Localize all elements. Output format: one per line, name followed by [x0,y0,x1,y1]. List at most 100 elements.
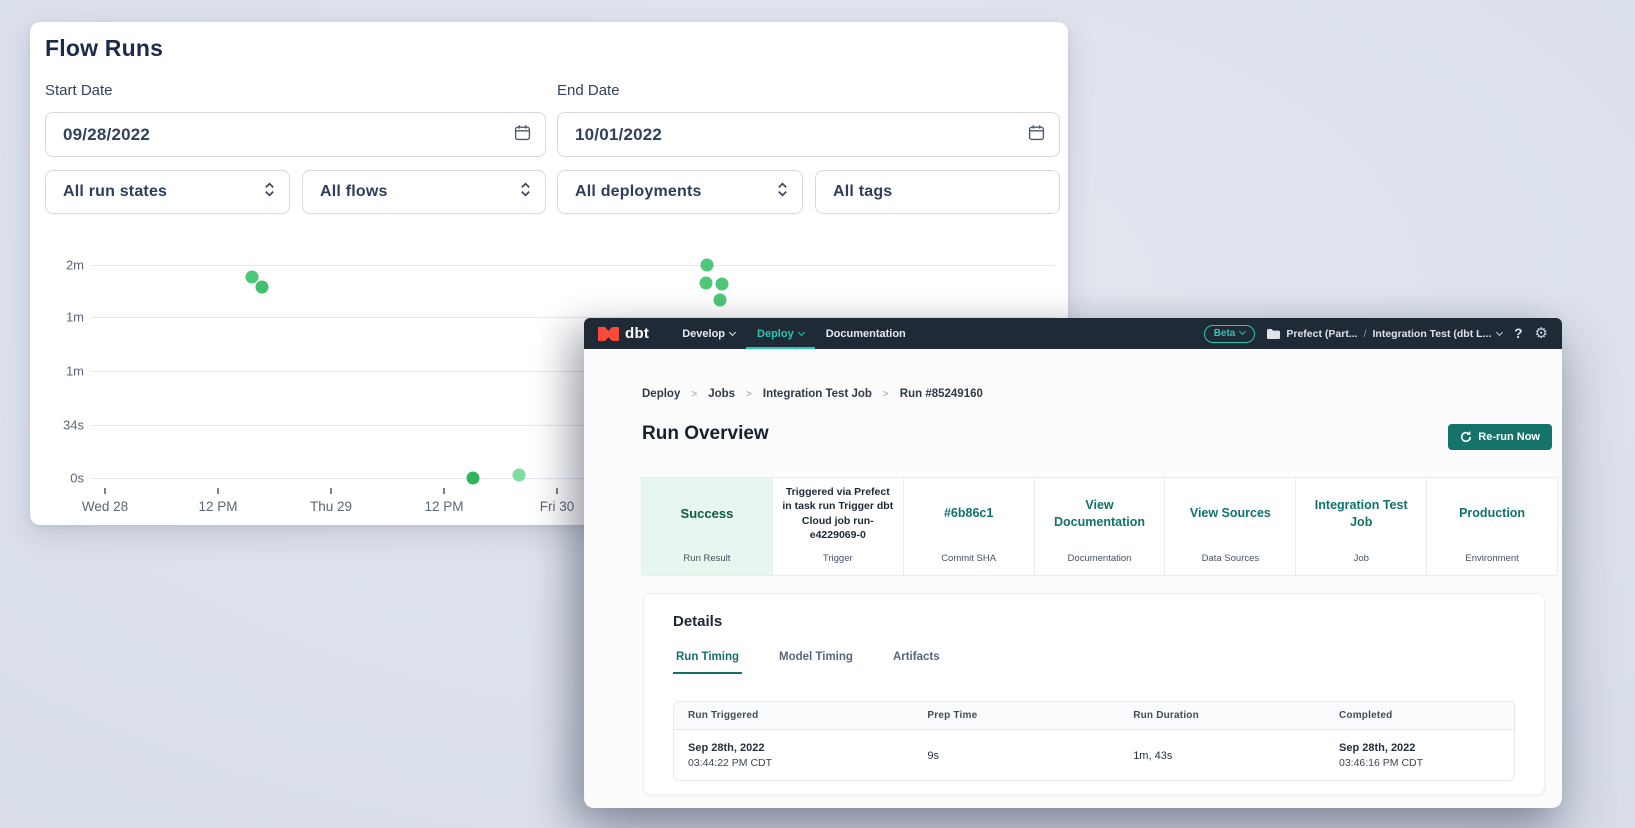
x-axis-tick-label: Fri 30 [540,499,575,514]
tab-run-timing[interactable]: Run Timing [673,651,742,674]
start-date-input[interactable]: 09/28/2022 [45,112,546,157]
chart-gridline [92,265,1055,266]
settings-gear-icon[interactable]: ⚙ [1535,326,1548,341]
cell-line-primary: 1m, 43s [1133,750,1325,762]
table-header-cell: Run Triggered [674,710,913,721]
flows-select[interactable]: All flows [302,170,546,214]
run-states-select[interactable]: All run states [45,170,290,214]
deployments-select[interactable]: All deployments [557,170,803,214]
summary-card-value[interactable]: View Sources [1190,505,1271,522]
breadcrumb-item[interactable]: Deploy [642,388,680,400]
tags-value: All tags [833,183,892,201]
table-row: Sep 28th, 202203:44:22 PM CDT9s1m, 43sSe… [674,730,1514,781]
y-axis-tick-label: 34s [30,418,84,433]
tags-select[interactable]: All tags [815,170,1060,214]
table-header-row: Run TriggeredPrep TimeRun DurationComple… [674,702,1514,730]
rerun-now-button[interactable]: Re-run Now [1448,424,1552,450]
folder-icon [1267,329,1280,339]
flow-run-data-point[interactable] [513,469,526,482]
summary-card-label: Trigger [773,553,903,564]
cell-line-secondary: 03:46:16 PM CDT [1339,757,1514,769]
summary-card-job[interactable]: Integration Test JobJob [1296,478,1427,575]
rerun-now-label: Re-run Now [1478,431,1540,443]
nav-item-deploy[interactable]: Deploy [746,318,815,349]
y-axis-tick-label: 1m [30,364,84,379]
nav-item-label: Documentation [826,328,906,340]
flow-run-data-point[interactable] [714,294,727,307]
calendar-icon [514,124,531,146]
help-button[interactable]: ? [1514,326,1522,341]
start-date-value: 09/28/2022 [63,125,150,145]
flow-runs-title: Flow Runs [45,35,163,62]
summary-card-label: Run Result [642,553,772,564]
breadcrumb-item[interactable]: Run #85249160 [900,388,983,400]
chevron-down-icon [798,328,805,335]
flow-run-data-point[interactable] [467,472,480,485]
summary-card-value: Triggered via Prefect in task run Trigge… [781,485,895,542]
updown-chevron-icon [520,181,531,203]
table-header-cell: Run Duration [1119,710,1325,721]
chevron-down-icon [1239,328,1246,335]
details-card: Details Run TimingModel TimingArtifacts … [643,593,1545,795]
summary-card-environment[interactable]: ProductionEnvironment [1427,478,1557,575]
beta-label: Beta [1214,328,1236,339]
breadcrumb-separator: > [746,389,752,400]
breadcrumb-separator: > [883,389,889,400]
summary-card-value: Success [681,505,734,523]
summary-card-documentation[interactable]: View Documentation Documentation [1035,478,1166,575]
dbt-logo-icon[interactable] [598,327,619,341]
nav-item-documentation[interactable]: Documentation [815,318,917,349]
x-axis-tick-label: Thu 29 [310,499,352,514]
nav-menu: Develop Deploy Documentation [671,318,917,349]
updown-chevron-icon [264,181,275,203]
summary-card-trigger: Triggered via Prefect in task run Trigge… [773,478,904,575]
flow-run-data-point[interactable] [256,281,269,294]
breadcrumb-item[interactable]: Jobs [708,388,735,400]
flow-run-data-point[interactable] [716,278,729,291]
account-project-selector[interactable]: Prefect (Part... / Integration Test (dbt… [1267,328,1502,340]
summary-card-value[interactable]: Integration Test Job [1304,497,1418,531]
run-overview-title: Run Overview [642,423,769,445]
summary-card-value[interactable]: Production [1459,505,1525,522]
cell-line-primary: Sep 28th, 2022 [1339,742,1514,754]
cell-line-secondary: 03:44:22 PM CDT [688,757,913,769]
summary-card-data-sources[interactable]: View Sources Data Sources [1165,478,1296,575]
breadcrumb-item[interactable]: Integration Test Job [763,388,872,400]
refresh-icon [1460,431,1472,443]
account-name: Prefect (Part... [1286,328,1357,340]
y-axis-tick-label: 2m [30,258,84,273]
summary-card-value[interactable]: View Documentation [1043,497,1157,531]
flow-run-data-point[interactable] [700,277,713,290]
summary-card-label: Data Sources [1165,553,1295,564]
nav-item-label: Deploy [757,328,794,340]
x-axis-tick-label: 12 PM [198,499,237,514]
flows-value: All flows [320,183,388,201]
cell-line-primary: 9s [927,750,1119,762]
flow-run-data-point[interactable] [701,259,714,272]
breadcrumb: Deploy>Jobs>Integration Test Job>Run #85… [642,388,983,400]
summary-card-run-result: Success Run Result [642,478,773,575]
summary-card-value[interactable]: #6b86c1 [944,505,993,522]
chevron-down-icon [729,328,736,335]
beta-badge[interactable]: Beta [1204,325,1256,343]
details-tabs: Run Timing Model Timing Artifacts [673,651,943,674]
project-name: Integration Test (dbt L... [1373,328,1492,340]
y-axis-tick-label: 1m [30,310,84,325]
summary-card-label: Documentation [1035,553,1165,564]
tab-artifacts[interactable]: Artifacts [890,651,943,674]
summary-card-commit-sha[interactable]: #6b86c1Commit SHA [904,478,1035,575]
tab-model-timing[interactable]: Model Timing [776,651,856,674]
project-separator: / [1364,328,1367,340]
dbt-brand: dbt [625,325,649,342]
run-timing-table: Run TriggeredPrep TimeRun DurationComple… [673,701,1515,781]
details-title: Details [673,613,722,630]
table-cell: 1m, 43s [1119,750,1325,762]
x-axis-tick-label: Wed 28 [82,499,128,514]
nav-item-develop[interactable]: Develop [671,318,746,349]
end-date-input[interactable]: 10/01/2022 [557,112,1060,157]
start-date-label: Start Date [45,82,113,99]
y-axis-tick-label: 0s [30,471,84,486]
run-summary-cards: Success Run Result Triggered via Prefect i… [641,477,1558,576]
dbt-top-nav: dbt Develop Deploy Documentation Beta Pref… [584,318,1562,349]
x-axis-tick [217,488,219,494]
